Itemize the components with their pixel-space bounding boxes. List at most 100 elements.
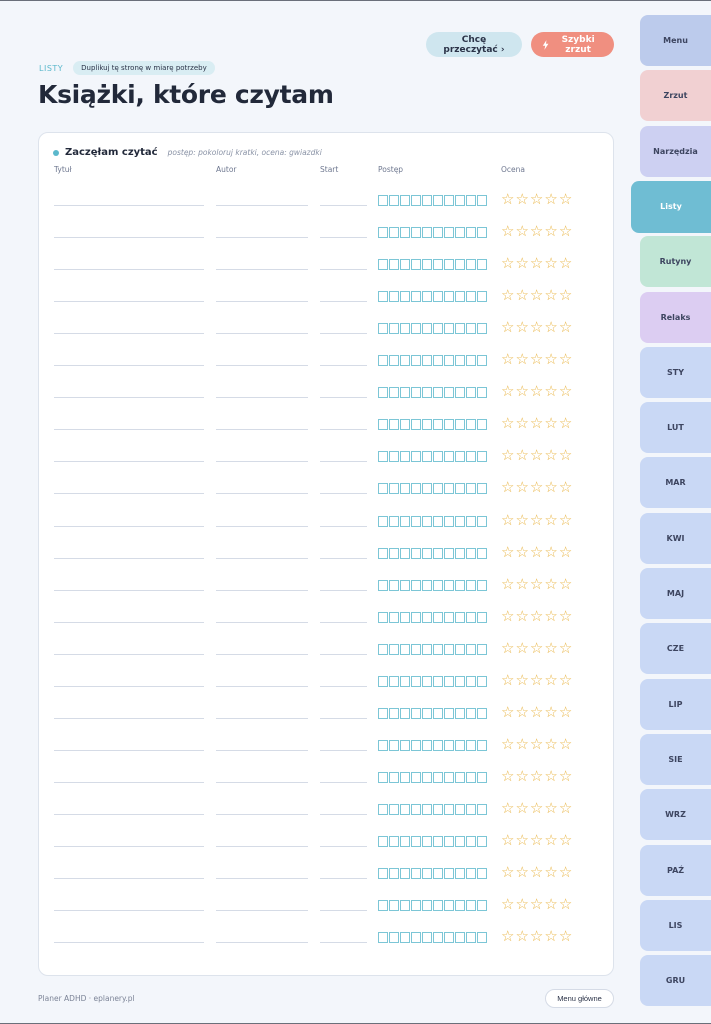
progress-box[interactable] [433, 707, 443, 719]
tab-wrz[interactable]: WRZ [640, 789, 711, 841]
title-line[interactable] [54, 685, 204, 687]
progress-box[interactable] [389, 323, 399, 335]
progress-box[interactable] [444, 579, 454, 591]
progress-box[interactable] [466, 643, 476, 655]
progress-box[interactable] [444, 803, 454, 815]
star-icon[interactable]: ☆ [501, 351, 514, 368]
progress-box[interactable] [378, 515, 388, 527]
star-icon[interactable]: ☆ [559, 607, 572, 625]
star-icon[interactable]: ☆ [530, 767, 543, 785]
star-icon[interactable]: ☆ [515, 767, 528, 785]
progress-box[interactable] [455, 291, 465, 303]
start-line[interactable] [320, 301, 367, 303]
tab-sty[interactable]: STY [640, 346, 711, 398]
progress-box[interactable] [400, 675, 410, 687]
star-icon[interactable]: ☆ [530, 287, 543, 304]
star-icon[interactable]: ☆ [559, 896, 572, 913]
tab-cze[interactable]: CZE [640, 623, 711, 675]
progress-box[interactable] [422, 707, 432, 719]
progress-box[interactable] [411, 675, 421, 687]
title-line[interactable] [54, 429, 204, 431]
progress-box[interactable] [466, 355, 476, 367]
star-icon[interactable]: ☆ [501, 255, 514, 272]
progress-box[interactable] [422, 515, 432, 527]
title-line[interactable] [54, 461, 204, 463]
progress-box[interactable] [466, 707, 476, 719]
star-icon[interactable]: ☆ [530, 319, 543, 336]
progress-box[interactable] [444, 195, 454, 206]
star-icon[interactable]: ☆ [544, 735, 557, 753]
progress-box[interactable] [400, 195, 410, 206]
progress-box[interactable] [433, 868, 443, 880]
tab-narzędzia[interactable]: Narzędzia [640, 125, 711, 177]
progress-box[interactable] [455, 355, 465, 367]
star-icon[interactable]: ☆ [515, 896, 528, 913]
progress-box[interactable] [378, 579, 388, 591]
star-icon[interactable]: ☆ [544, 351, 557, 368]
progress-box[interactable] [466, 291, 476, 303]
progress-box[interactable] [422, 419, 432, 431]
star-icon[interactable]: ☆ [515, 191, 528, 208]
progress-box[interactable] [411, 707, 421, 719]
progress-box[interactable] [444, 483, 454, 495]
author-line[interactable] [216, 301, 308, 303]
start-line[interactable] [320, 621, 367, 623]
progress-box[interactable] [378, 675, 388, 687]
progress-box[interactable] [477, 900, 487, 912]
progress-box[interactable] [444, 836, 454, 847]
tab-maj[interactable]: MAJ [640, 568, 711, 619]
progress-box[interactable] [389, 195, 399, 206]
author-line[interactable] [216, 685, 308, 687]
progress-box[interactable] [422, 483, 432, 495]
progress-box[interactable] [422, 259, 432, 271]
progress-box[interactable] [466, 932, 476, 944]
author-line[interactable] [216, 333, 308, 335]
progress-box[interactable] [400, 323, 410, 335]
breadcrumb[interactable]: LISTY [39, 64, 63, 73]
progress-box[interactable] [433, 900, 443, 912]
start-line[interactable] [320, 589, 367, 591]
progress-box[interactable] [477, 227, 487, 239]
progress-box[interactable] [444, 900, 454, 912]
progress-box[interactable] [477, 515, 487, 527]
progress-box[interactable] [477, 355, 487, 367]
progress-box[interactable] [433, 579, 443, 591]
progress-box[interactable] [422, 323, 432, 335]
progress-box[interactable] [444, 643, 454, 655]
start-line[interactable] [320, 878, 367, 880]
progress-box[interactable] [433, 259, 443, 271]
progress-box[interactable] [466, 259, 476, 271]
star-icon[interactable]: ☆ [530, 703, 543, 721]
star-icon[interactable]: ☆ [501, 703, 514, 721]
progress-box[interactable] [400, 579, 410, 591]
title-line[interactable] [54, 589, 204, 591]
progress-box[interactable] [466, 836, 476, 847]
progress-box[interactable] [389, 707, 399, 719]
progress-box[interactable] [455, 547, 465, 559]
progress-box[interactable] [389, 836, 399, 847]
author-line[interactable] [216, 525, 308, 527]
progress-box[interactable] [400, 739, 410, 751]
star-icon[interactable]: ☆ [559, 735, 572, 753]
star-icon[interactable]: ☆ [515, 607, 528, 625]
start-line[interactable] [320, 846, 367, 847]
star-icon[interactable]: ☆ [544, 319, 557, 336]
star-icon[interactable]: ☆ [515, 479, 528, 496]
star-icon[interactable]: ☆ [559, 191, 572, 208]
progress-box[interactable] [400, 355, 410, 367]
star-icon[interactable]: ☆ [559, 351, 572, 368]
progress-box[interactable] [400, 932, 410, 944]
start-line[interactable] [320, 493, 367, 495]
author-line[interactable] [216, 493, 308, 495]
progress-box[interactable] [444, 547, 454, 559]
progress-box[interactable] [455, 739, 465, 751]
star-icon[interactable]: ☆ [530, 671, 543, 689]
star-icon[interactable]: ☆ [544, 928, 557, 945]
author-line[interactable] [216, 365, 308, 367]
progress-box[interactable] [455, 579, 465, 591]
progress-box[interactable] [411, 259, 421, 271]
star-icon[interactable]: ☆ [501, 864, 514, 881]
progress-box[interactable] [477, 259, 487, 271]
want-to-read-button[interactable]: Chcę przeczytać › [426, 32, 522, 57]
star-icon[interactable]: ☆ [515, 383, 528, 400]
